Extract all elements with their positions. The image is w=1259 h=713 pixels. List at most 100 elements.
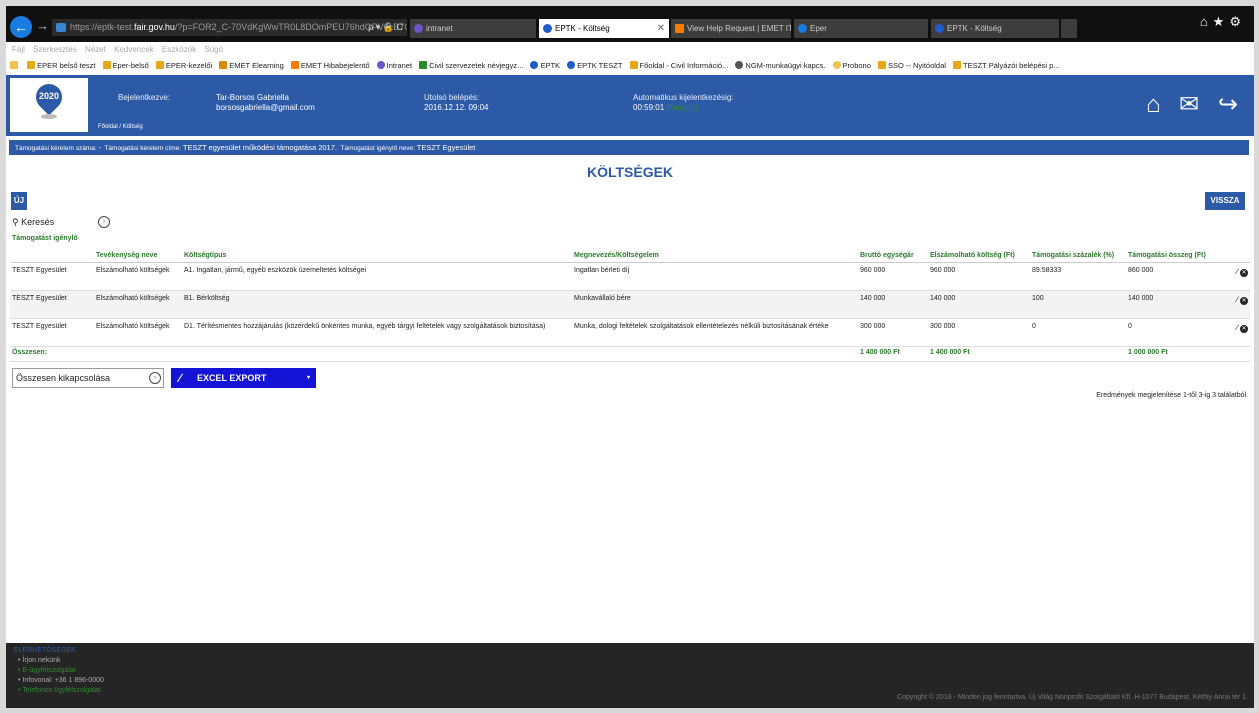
col-activity[interactable]: Tevékenység neve (94, 232, 182, 263)
tab-eper[interactable]: Eper (794, 19, 928, 38)
favorite-link[interactable]: EMET Hibabejelentő (290, 57, 370, 74)
favorite-link[interactable]: Eper-belső (102, 57, 149, 74)
footer-link-write-us[interactable]: • Írjon nekünk (18, 657, 61, 664)
address-bar[interactable]: https://eptk-test.fair.gov.hu/?p=FOR2_C-… (52, 19, 407, 36)
edit-icon[interactable]: ∕ (1237, 323, 1238, 332)
col-applicant[interactable]: Támogatást igénylő (10, 232, 94, 263)
menu-tools[interactable]: Eszközök (162, 45, 196, 54)
tab-intranet[interactable]: intranet (410, 19, 536, 38)
edit-icon[interactable]: ∕ (1237, 295, 1238, 304)
logout-icon[interactable]: ↪ (1218, 93, 1238, 117)
footer-link-phone-service[interactable]: • Telefonos ügyfélszolgálat (18, 687, 101, 694)
back-arrow-icon[interactable]: ← (10, 16, 32, 38)
page-icon (629, 61, 638, 69)
footer-link-e-customer-service[interactable]: • E-ügyfélszolgálat (18, 667, 76, 674)
cell-eligible: 960 000 (928, 262, 1030, 291)
cell-actions: ∕ ✕ (1214, 318, 1250, 347)
url-path: eptk-test. (97, 22, 135, 32)
col-gross[interactable]: Bruttó egységár (858, 232, 928, 263)
cost-table: Támogatást igénylő Tevékenység neve Költ… (10, 232, 1250, 362)
favorite-link[interactable]: TESZT Pályázói belépési p... (953, 57, 1060, 74)
page-icon (376, 61, 385, 69)
home-icon[interactable]: ⌂ (1146, 93, 1161, 117)
tab-label: EPTK - Költség (947, 24, 1002, 33)
cell-percent: 100 (1030, 290, 1126, 319)
col-cost-type[interactable]: Költségtípus (182, 232, 572, 263)
cell-activity: Elszámolható költségek (94, 262, 182, 291)
menu-file[interactable]: Fájl (12, 45, 25, 54)
favorite-link[interactable]: Intranet (376, 57, 412, 74)
breadcrumb-home[interactable]: Főoldal (98, 124, 118, 130)
delete-icon[interactable]: ✕ (1240, 324, 1248, 333)
col-item[interactable]: Megnevezés/Költségelem (572, 232, 858, 263)
tab-label: intranet (426, 24, 453, 33)
table-row: TESZT Egyesület Elszámolható költségek D… (10, 318, 1250, 347)
new-cost-button[interactable]: ÚJ (11, 192, 27, 210)
favorite-link[interactable]: NGM-munkaügyi kapcs. (735, 57, 825, 74)
tab-eptk-koltseg-active[interactable]: EPTK - Költség ✕ (539, 19, 669, 38)
totals-toggle-label: Összesen kikapcsolása (16, 373, 111, 383)
site-logo[interactable]: 2020 (10, 78, 88, 132)
favorite-link[interactable]: Civil szervezetek névjegyz... (419, 57, 523, 74)
col-amount[interactable]: Támogatási összeg (Ft) (1126, 232, 1214, 263)
page-icon (102, 61, 111, 69)
totals-toggle-icon[interactable]: › (149, 372, 161, 384)
favorite-link[interactable]: EMET Elearning (219, 57, 284, 74)
export-label: EXCEL EXPORT (197, 373, 267, 383)
request-title-label: Támogatási kérelem címe: (104, 145, 182, 152)
page-title: KÖLTSÉGEK (586, 164, 674, 180)
intranet-tab-icon (414, 24, 423, 33)
menu-help[interactable]: Súgó (204, 45, 223, 54)
favorite-link[interactable]: EPER belső teszt (27, 57, 95, 74)
auto-logout-timer: 00:59:01 [megújít] (633, 103, 697, 112)
logo-text: 2020 (38, 91, 60, 101)
applicant-value: TESZT Egyesület (416, 143, 476, 152)
favorite-link[interactable]: Főoldal - Civil Információ... (629, 57, 728, 74)
new-tab-button[interactable] (1061, 19, 1077, 38)
col-eligible[interactable]: Elszámolható költség (Ft) (928, 232, 1030, 263)
auto-logout-label: Automatikus kijelentkezésig: (633, 93, 734, 102)
tab-label: Eper (810, 24, 827, 33)
footer-title: ELÉRHETŐSÉGEK (14, 647, 76, 654)
page-icon (27, 61, 36, 69)
cell-eligible: 140 000 (928, 290, 1030, 319)
favorite-link[interactable]: EPER-kezelői (155, 57, 212, 74)
address-controls[interactable]: ρ ▾ 🔒 C (368, 19, 403, 36)
favorite-link[interactable]: EPTK TESZT (567, 57, 622, 74)
forward-arrow-icon[interactable]: → (36, 18, 49, 33)
col-percent[interactable]: Támogatási százalék (%) (1030, 232, 1126, 263)
totals-toggle[interactable]: Összesen kikapcsolása › (12, 368, 164, 388)
mail-icon[interactable]: ✉ (1179, 93, 1199, 117)
menu-edit[interactable]: Szerkesztés (33, 45, 77, 54)
favorite-link[interactable]: EPTK (530, 57, 560, 74)
cell-activity: Elszámolható költségek (94, 318, 182, 347)
chevron-down-icon[interactable]: ▾ (307, 368, 310, 388)
search-expand-icon[interactable]: › (98, 216, 110, 228)
applicant-label: Támogatást igénylő neve: (340, 145, 415, 152)
favorite-link[interactable]: Probono (832, 57, 871, 74)
delete-icon[interactable]: ✕ (1240, 268, 1248, 277)
tab-view-help-request[interactable]: View Help Request | EMET IT H... (671, 19, 791, 38)
edit-icon[interactable]: ∕ (1237, 267, 1238, 276)
search-toggle[interactable]: ⚲ Keresés › (12, 215, 110, 230)
cell-percent: 89.58333 (1030, 262, 1126, 291)
favorites-star-icon[interactable] (10, 57, 20, 74)
browser-menubar: Fájl Szerkesztés Nézet Kedvencek Eszközö… (6, 42, 1254, 57)
delete-icon[interactable]: ✕ (1240, 296, 1248, 305)
footer-infoline: • Infovonal: +36 1 896-0000 (18, 677, 104, 684)
favorites-bar: EPER belső teszt Eper-belső EPER-kezelői… (6, 57, 1254, 74)
menu-view[interactable]: Nézet (85, 45, 106, 54)
excel-export-button[interactable]: ∕ EXCEL EXPORT ▾ (171, 368, 316, 388)
menu-favorites[interactable]: Kedvencek (114, 45, 154, 54)
back-button[interactable]: VISSZA (1205, 192, 1245, 210)
request-number-label: Támogatási kérelem száma: (15, 145, 97, 152)
close-tab-icon[interactable]: ✕ (657, 19, 665, 38)
cell-actions: ∕ ✕ (1214, 290, 1250, 319)
cell-item: Munkavállaló bére (572, 290, 858, 319)
url-host: fair.gov.hu (134, 22, 175, 32)
renew-session-link[interactable]: [megújít] (666, 103, 697, 112)
favorite-link[interactable]: SSO -- Nyitóoldal (877, 57, 946, 74)
browser-toolbar-icons[interactable]: ⌂★⚙ (1200, 14, 1246, 30)
tab-eptk-koltseg[interactable]: EPTK - Költség (931, 19, 1059, 38)
tab-label: View Help Request | EMET IT H... (687, 24, 791, 33)
